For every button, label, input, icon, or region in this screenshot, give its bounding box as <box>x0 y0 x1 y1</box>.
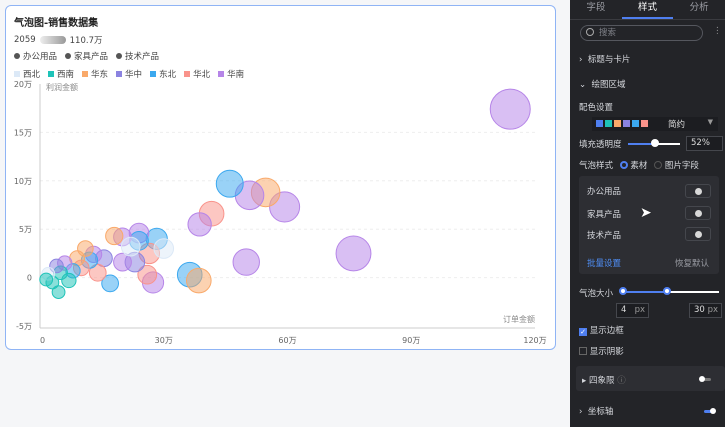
item-label: 办公用品 <box>587 187 622 197</box>
palette-swatch <box>596 120 603 127</box>
mouse-cursor: ➤ <box>640 205 652 221</box>
axis-toggle[interactable] <box>704 408 716 414</box>
bubble <box>489 88 531 130</box>
y-tick-label: 0 <box>27 274 32 283</box>
y-tick-label: 5万 <box>19 225 32 234</box>
bubble <box>187 212 212 237</box>
quadrant-section[interactable]: ▸ 四象限 ⓘ <box>576 366 725 391</box>
bubble <box>335 235 372 272</box>
y-tick-label: 20万 <box>14 80 32 89</box>
size-range-slider[interactable] <box>619 287 719 295</box>
y-axis-title: 利润金额 <box>46 82 78 92</box>
section-plot-area[interactable]: ⌄ 绘图区域 <box>579 78 626 90</box>
search-input[interactable]: 搜索 <box>580 25 703 41</box>
x-tick-label: 60万 <box>278 336 296 345</box>
show-shadow-checkbox[interactable]: 显示阴影 <box>579 345 624 357</box>
bubble-chart: 20万 15万 10万 5万 0 -5万 0 30万 60万 90万 120万 利润金额订单金额 <box>14 80 547 345</box>
quadrant-toggle[interactable] <box>699 376 711 382</box>
bubble <box>153 238 175 259</box>
x-tick-label: 30万 <box>155 336 173 345</box>
reset-default-link[interactable]: 恢复默认 <box>675 257 709 269</box>
bubble <box>120 236 141 257</box>
palette-swatch <box>632 120 639 127</box>
x-tick-label: 120万 <box>523 336 546 345</box>
y-tick-label: 15万 <box>14 128 32 137</box>
x-axis-title: 订单金额 <box>503 314 535 324</box>
bubble <box>105 226 124 246</box>
radio-image[interactable]: 图片字段 <box>654 161 699 171</box>
tab-fields[interactable]: 字段 <box>570 0 622 19</box>
bubble-picker[interactable] <box>685 227 711 241</box>
palette-swatch <box>605 120 612 127</box>
bubble <box>186 267 212 294</box>
more-icon[interactable]: ⋮ <box>713 26 722 36</box>
size-max-input[interactable]: 30 px <box>689 303 722 318</box>
bubble <box>232 248 260 276</box>
x-tick-label: 90万 <box>402 336 420 345</box>
palette-select[interactable]: 简约 ▼ <box>592 117 718 131</box>
chevron-down-icon: ▼ <box>707 118 713 126</box>
batch-settings-link[interactable]: 批量设置 <box>587 257 621 269</box>
item-label: 技术产品 <box>587 231 622 241</box>
palette-swatch <box>623 120 630 127</box>
info-icon: ⓘ <box>617 376 626 386</box>
search-icon <box>586 28 594 36</box>
show-border-checkbox[interactable]: ✓ 显示边框 <box>579 324 624 336</box>
y-tick-label: -5万 <box>16 322 32 331</box>
bubble <box>215 169 244 198</box>
size-min-input[interactable]: 4 px <box>616 303 649 318</box>
section-axis[interactable]: › 坐标轴 <box>579 405 613 417</box>
size-label: 气泡大小 <box>579 289 614 299</box>
opacity-label: 填充透明度 <box>579 140 622 150</box>
x-tick-label: 0 <box>40 336 45 345</box>
section-title-card[interactable]: › 标题与卡片 <box>579 53 630 65</box>
y-tick-label: 10万 <box>14 177 32 186</box>
opacity-slider[interactable] <box>628 139 680 147</box>
tab-analysis[interactable]: 分析 <box>673 0 725 19</box>
tab-style[interactable]: 样式 <box>621 0 674 19</box>
item-label: 家具产品 <box>587 210 622 220</box>
radio-material[interactable]: 素材 <box>619 161 647 171</box>
color-label: 配色设置 <box>579 103 614 113</box>
bubble-style-row: 气泡样式 素材 图片字段 <box>579 161 699 171</box>
palette-swatch <box>614 120 621 127</box>
bubble-picker[interactable] <box>685 206 711 220</box>
bubble <box>39 272 54 287</box>
bubble-style-box: 办公用品 家具产品 技术产品 批量设置 恢复默认 <box>579 176 719 274</box>
opacity-input[interactable]: 52% <box>686 136 723 151</box>
palette-swatch <box>641 120 648 127</box>
bubble-picker[interactable] <box>685 184 711 198</box>
